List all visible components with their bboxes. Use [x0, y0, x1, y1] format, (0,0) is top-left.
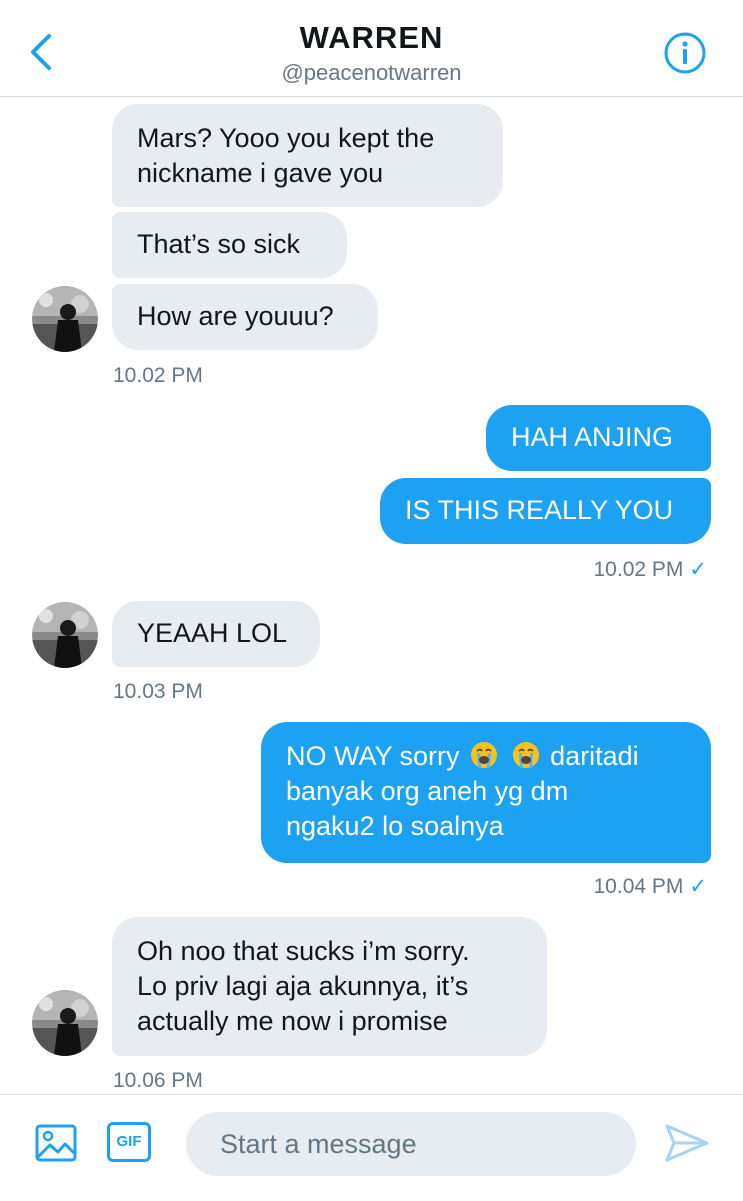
- gif-icon[interactable]: GIF: [107, 1122, 151, 1162]
- timestamp-text: 10.04 PM: [593, 875, 684, 898]
- message-timestamp: 10.03 PM: [113, 680, 203, 703]
- read-check-icon: ✓: [689, 558, 707, 581]
- info-icon[interactable]: [663, 31, 707, 75]
- message-line: nickname i gave you: [137, 158, 384, 188]
- message-bubble-incoming[interactable]: How are youuu?: [112, 284, 378, 350]
- message-line: actually me now i promise: [137, 1006, 448, 1036]
- message-text: How are youuu?: [137, 301, 334, 331]
- message-timestamp: 10.02 PM: [113, 364, 203, 387]
- message-input[interactable]: [186, 1112, 636, 1176]
- message-bubble-incoming[interactable]: Oh noo that sucks i’m sorry. Lo priv lag…: [112, 917, 547, 1056]
- timestamp-text: 10.02 PM: [593, 558, 684, 581]
- message-text: daritadi: [550, 741, 639, 771]
- message-text: YEAAH LOL: [137, 618, 288, 648]
- contact-handle: @peacenotwarren: [281, 60, 462, 85]
- message-timestamp: 10.04 PM ✓: [594, 874, 708, 899]
- message-timestamp: 10.06 PM: [113, 1069, 203, 1092]
- image-icon[interactable]: [34, 1121, 78, 1165]
- message-line: Lo priv lagi aja akunnya, it’s: [137, 971, 469, 1001]
- send-icon[interactable]: [664, 1122, 710, 1164]
- message-bubble-outgoing[interactable]: IS THIS REALLY YOU: [380, 478, 711, 544]
- avatar[interactable]: [32, 602, 98, 668]
- message-text: IS THIS REALLY YOU: [405, 495, 674, 525]
- message-bubble-incoming[interactable]: YEAAH LOL: [112, 601, 320, 667]
- read-check-icon: ✓: [689, 875, 707, 898]
- message-line: banyak org aneh yg dm: [286, 776, 569, 806]
- avatar[interactable]: [32, 990, 98, 1056]
- message-line: ngaku2 lo soalnya: [286, 811, 504, 841]
- message-timestamp: 10.02 PM ✓: [594, 557, 708, 582]
- loudly-crying-face-icon: [471, 742, 498, 768]
- message-bubble-incoming[interactable]: Mars? Yooo you kept the nickname i gave …: [112, 104, 503, 207]
- message-bubble-outgoing[interactable]: NO WAY sorry daritadi banyak org aneh yg…: [261, 722, 711, 863]
- loudly-crying-face-icon: [512, 742, 539, 768]
- message-bubble-incoming[interactable]: That’s so sick: [112, 212, 347, 278]
- message-text: That’s so sick: [137, 229, 301, 259]
- message-text: HAH ANJING: [511, 422, 674, 452]
- message-line: Mars? Yooo you kept the: [137, 123, 435, 153]
- message-text: NO WAY sorry: [286, 741, 460, 771]
- conversation-header: WARREN @peacenotwarren: [0, 0, 743, 97]
- message-composer: GIF: [0, 1094, 743, 1201]
- message-line: NO WAY sorry daritadi: [286, 739, 686, 774]
- avatar[interactable]: [32, 286, 98, 352]
- message-bubble-outgoing[interactable]: HAH ANJING: [486, 405, 711, 471]
- message-line: Oh noo that sucks i’m sorry.: [137, 936, 470, 966]
- contact-name: WARREN: [299, 20, 444, 55]
